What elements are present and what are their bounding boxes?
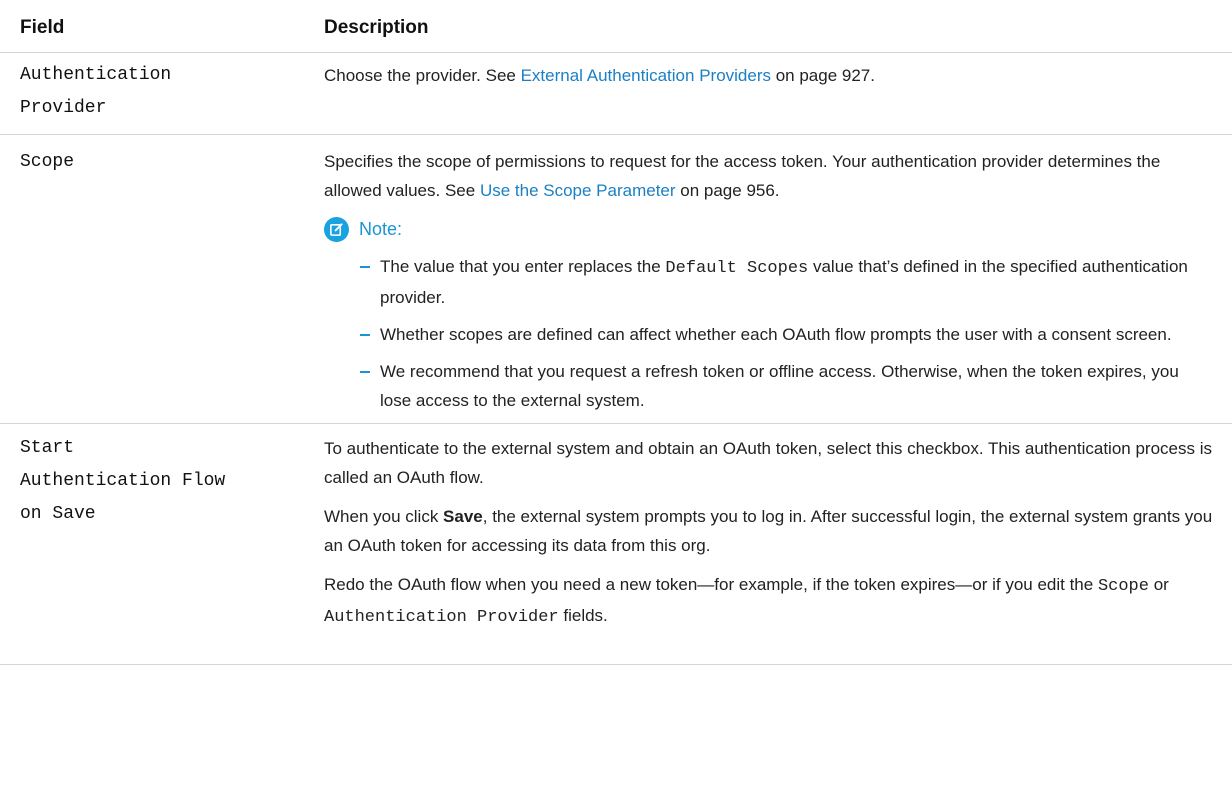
field-description: To authenticate to the external system a… <box>324 434 1214 642</box>
field-name-line: Authentication Flow <box>20 471 226 491</box>
note-heading: Note: <box>324 215 1214 244</box>
field-name-line: Scope <box>20 152 75 172</box>
field-name-line: Start <box>20 438 75 458</box>
list-item: Whether scopes are defined can affect wh… <box>360 320 1214 349</box>
description-paragraph: Specifies the scope of permissions to re… <box>324 152 1161 200</box>
fields-table: Field Description Authentication Provide… <box>0 0 1232 665</box>
scope-parameter-link[interactable]: Use the Scope Parameter <box>480 181 676 200</box>
code-scope: Scope <box>1097 577 1149 596</box>
description-paragraph: To authenticate to the external system a… <box>324 439 1212 487</box>
field-description: Choose the provider. See External Authen… <box>324 61 1214 100</box>
description-paragraph: When you click Save, the external system… <box>324 507 1213 555</box>
table-header: Field Description <box>0 0 1232 53</box>
header-description: Description <box>324 17 429 38</box>
header-field: Field <box>20 17 65 38</box>
field-name: Authentication Provider <box>20 59 316 125</box>
list-item: We recommend that you request a refresh … <box>360 357 1214 415</box>
code-default-scopes: Default Scopes <box>665 259 809 278</box>
description-paragraph: Redo the OAuth flow when you need a new … <box>324 575 1169 627</box>
code-authentication-provider: Authentication Provider <box>324 608 559 627</box>
description-paragraph: Choose the provider. See External Authen… <box>324 66 875 85</box>
field-name: Start Authentication Flow on Save <box>20 432 316 531</box>
note-edit-icon <box>324 217 349 242</box>
field-name-line: Authentication <box>20 65 172 85</box>
table-row: Authentication Provider Choose the provi… <box>0 53 1232 135</box>
note-bullet-list: The value that you enter replaces the De… <box>324 252 1214 415</box>
bold-save: Save <box>443 507 483 526</box>
table-row: Scope Specifies the scope of permissions… <box>0 135 1232 424</box>
note-label: Note: <box>359 219 403 239</box>
field-description: Specifies the scope of permissions to re… <box>324 147 1214 423</box>
field-name-line: Provider <box>20 98 107 118</box>
field-name: Scope <box>20 146 316 179</box>
table-row: Start Authentication Flow on Save To aut… <box>0 424 1232 665</box>
external-auth-providers-link[interactable]: External Authentication Providers <box>521 66 771 85</box>
list-item: The value that you enter replaces the De… <box>360 252 1214 312</box>
field-name-line: on Save <box>20 504 96 524</box>
